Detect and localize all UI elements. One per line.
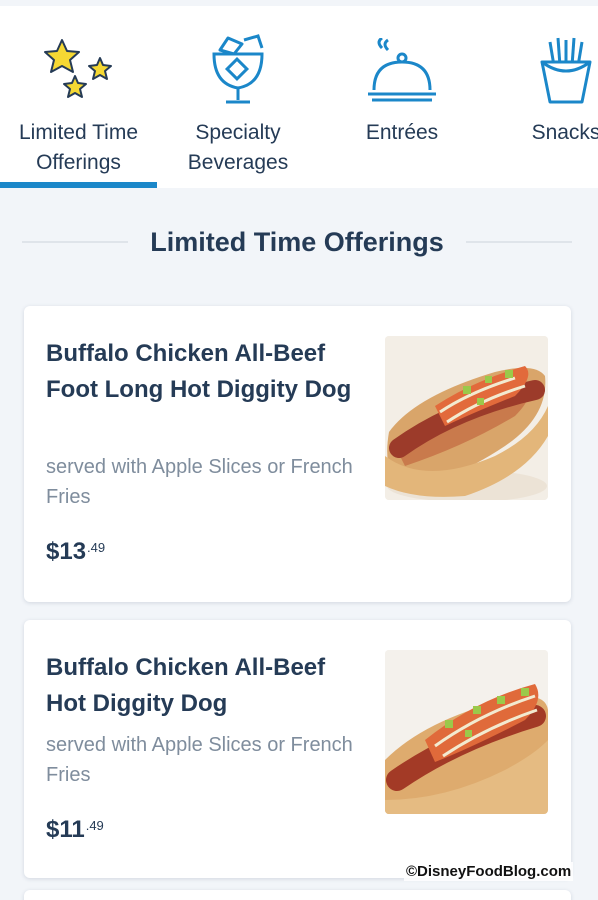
hot-dog-photo — [385, 650, 548, 814]
tab-limited-time-offerings[interactable]: Limited Time Offerings — [0, 6, 157, 188]
tab-label: Specialty Beverages — [187, 121, 289, 174]
divider — [22, 241, 129, 243]
item-name: Buffalo Chicken All-Beef Foot Long Hot D… — [46, 340, 352, 403]
stars-icon — [42, 34, 116, 108]
section-title: Limited Time Offerings — [150, 226, 444, 257]
tab-entrees[interactable]: Entrées — [322, 6, 482, 188]
section-header: Limited Time Offerings — [22, 222, 573, 262]
tab-label: Limited Time Offerings — [18, 121, 139, 174]
tab-label: Snacks — [531, 121, 598, 144]
divider — [465, 241, 573, 243]
hot-dog-photo — [385, 336, 548, 500]
menu-item-card[interactable]: Buffalo Chicken All-Beef Hot Diggity Dog… — [24, 620, 571, 878]
tab-label: Entrées — [365, 121, 439, 144]
fries-icon — [536, 34, 596, 108]
item-price: $13.49 — [46, 538, 105, 566]
price-cents: .49 — [87, 540, 106, 555]
price-dollars: $11 — [46, 816, 85, 843]
selected-tab-indicator — [0, 182, 157, 188]
tab-snacks[interactable]: Snacks — [496, 6, 598, 188]
price-dollars: $13 — [46, 538, 87, 565]
cloche-icon — [366, 34, 438, 108]
item-description: served with Apple Slices or French Fries — [46, 734, 353, 786]
specialty-drink-icon — [206, 34, 270, 108]
item-price: $11.49 — [46, 816, 104, 844]
category-tab-bar: Limited Time Offerings Specialty Beverag… — [0, 6, 598, 188]
item-name: Buffalo Chicken All-Beef Hot Diggity Dog — [46, 654, 326, 717]
item-description: served with Apple Slices or French Fries — [46, 456, 353, 508]
menu-item-card[interactable]: Buffalo Chicken All-Beef Foot Long Hot D… — [24, 306, 571, 602]
price-cents: .49 — [85, 818, 104, 833]
tab-specialty-beverages[interactable]: Specialty Beverages — [160, 6, 316, 188]
watermark: ©DisneyFoodBlog.com — [404, 862, 574, 881]
menu-item-card[interactable] — [24, 890, 571, 900]
